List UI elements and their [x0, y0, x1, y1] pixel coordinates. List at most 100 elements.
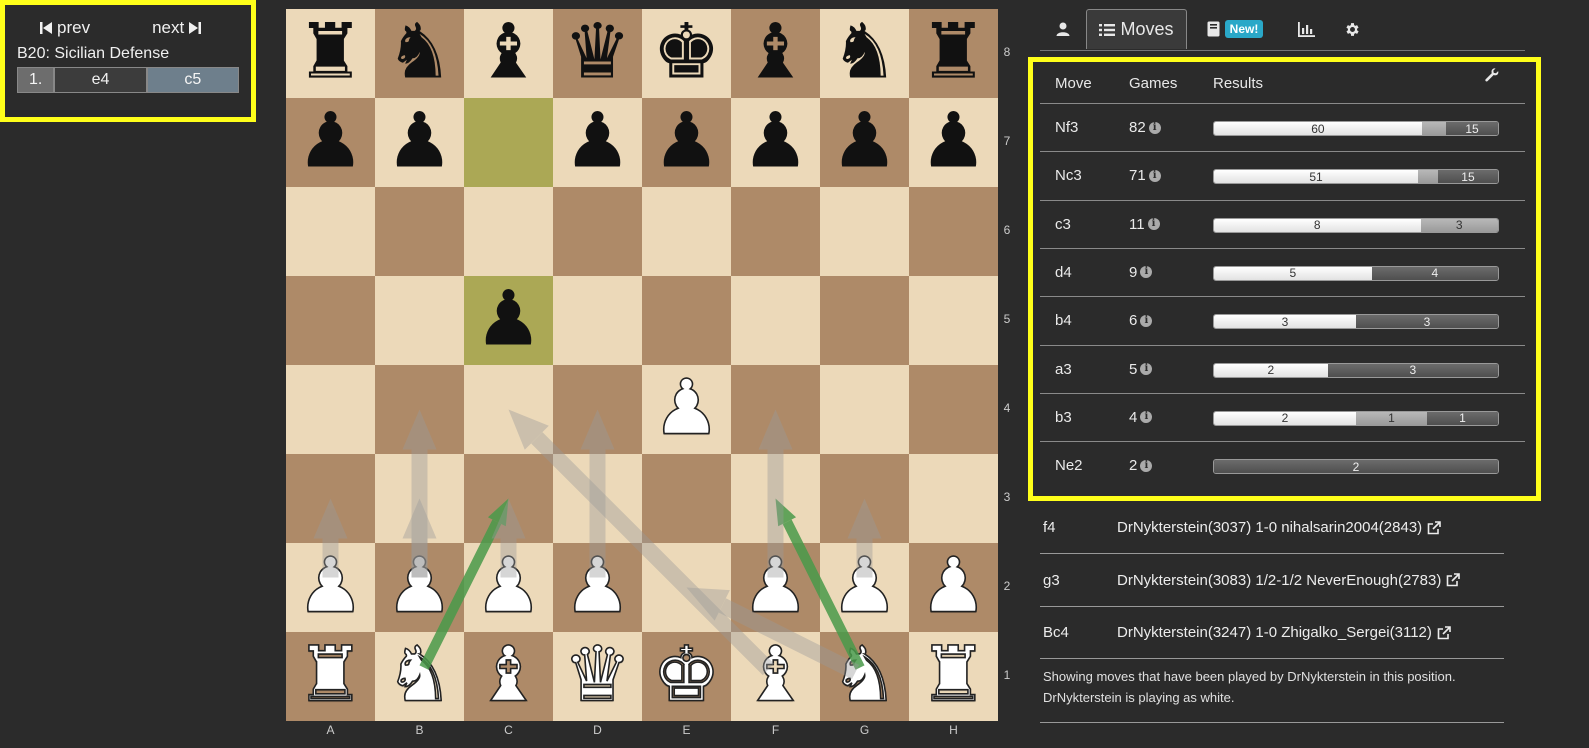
- external-link-icon[interactable]: [1427, 520, 1441, 535]
- square-h6[interactable]: [909, 187, 998, 276]
- move-san[interactable]: c3: [1055, 216, 1071, 233]
- square-g4[interactable]: [820, 365, 909, 454]
- prev-button[interactable]: prev: [35, 18, 90, 38]
- white-pawn[interactable]: ♟: [385, 546, 455, 624]
- square-a7[interactable]: ♟: [286, 98, 375, 187]
- square-h4[interactable]: [909, 365, 998, 454]
- square-f7[interactable]: ♟: [731, 98, 820, 187]
- info-icon[interactable]: i: [1140, 314, 1153, 327]
- white-king[interactable]: ♚: [652, 635, 722, 713]
- move-san[interactable]: f4: [1043, 519, 1056, 536]
- black-queen[interactable]: ♛: [563, 13, 631, 89]
- square-h8[interactable]: ♜: [909, 9, 998, 98]
- square-g3[interactable]: [820, 454, 909, 543]
- square-g1[interactable]: ♞: [820, 632, 909, 721]
- game-link[interactable]: DrNykterstein(3037) 1-0 nihalsarin2004(2…: [1117, 519, 1441, 536]
- square-d3[interactable]: [553, 454, 642, 543]
- move-row-Nc3[interactable]: Nc3 71 i 51 15: [1040, 151, 1525, 200]
- move-row-b4[interactable]: b4 6 i 3 3: [1040, 296, 1525, 345]
- square-e6[interactable]: [642, 187, 731, 276]
- move-san[interactable]: Nc3: [1055, 167, 1082, 184]
- black-pawn[interactable]: ♟: [296, 102, 364, 178]
- black-rook[interactable]: ♜: [919, 13, 987, 89]
- square-h1[interactable]: ♜: [909, 632, 998, 721]
- external-link-icon[interactable]: [1437, 625, 1451, 640]
- move-san[interactable]: d4: [1055, 264, 1072, 281]
- black-knight[interactable]: ♞: [385, 13, 453, 89]
- white-bishop[interactable]: ♝: [474, 635, 544, 713]
- move-san[interactable]: b3: [1055, 409, 1072, 426]
- move-san[interactable]: Nf3: [1055, 119, 1078, 136]
- square-c6[interactable]: [464, 187, 553, 276]
- white-pawn[interactable]: ♟: [919, 546, 989, 624]
- white-rook[interactable]: ♜: [919, 635, 989, 713]
- game-row-Bc4[interactable]: Bc4 DrNykterstein(3247) 1-0 Zhigalko_Serg…: [1040, 607, 1504, 659]
- square-b2[interactable]: ♟: [375, 543, 464, 632]
- move-row-d4[interactable]: d4 9 i 5 4: [1040, 247, 1525, 297]
- square-d6[interactable]: [553, 187, 642, 276]
- white-bishop[interactable]: ♝: [741, 635, 811, 713]
- move-row-b3[interactable]: b3 4 i 2 1 1: [1040, 392, 1525, 442]
- square-c8[interactable]: ♝: [464, 9, 553, 98]
- info-icon[interactable]: i: [1140, 411, 1153, 424]
- square-b3[interactable]: [375, 454, 464, 543]
- square-f3[interactable]: [731, 454, 820, 543]
- square-c7[interactable]: [464, 98, 553, 187]
- square-f4[interactable]: [731, 365, 820, 454]
- square-h7[interactable]: ♟: [909, 98, 998, 187]
- square-a8[interactable]: ♜: [286, 9, 375, 98]
- square-e1[interactable]: ♚: [642, 632, 731, 721]
- square-e2[interactable]: [642, 543, 731, 632]
- move-san[interactable]: b4: [1055, 312, 1072, 329]
- game-link[interactable]: DrNykterstein(3247) 1-0 Zhigalko_Sergei(…: [1117, 624, 1451, 641]
- square-b6[interactable]: [375, 187, 464, 276]
- info-icon[interactable]: i: [1148, 169, 1161, 182]
- square-f1[interactable]: ♝: [731, 632, 820, 721]
- wrench-icon[interactable]: [1485, 68, 1499, 86]
- next-button[interactable]: next: [152, 18, 206, 38]
- square-c5[interactable]: ♟: [464, 276, 553, 365]
- square-c4[interactable]: [464, 365, 553, 454]
- white-knight[interactable]: ♞: [830, 635, 900, 713]
- black-pawn[interactable]: ♟: [830, 102, 898, 178]
- tab-book[interactable]: New!: [1187, 9, 1283, 49]
- white-pawn[interactable]: ♟: [474, 546, 544, 624]
- move-san[interactable]: g3: [1043, 572, 1060, 589]
- black-pawn[interactable]: ♟: [474, 280, 542, 356]
- tab-profile[interactable]: [1040, 9, 1086, 49]
- move-san[interactable]: a3: [1055, 361, 1072, 378]
- move-san[interactable]: Ne2: [1055, 457, 1083, 474]
- square-f8[interactable]: ♝: [731, 9, 820, 98]
- square-c3[interactable]: [464, 454, 553, 543]
- chess-board[interactable]: ♜ ♞ ♝ ♛ ♚ ♝ ♞ ♜ ♟ ♟ ♟ ♟ ♟ ♟ ♟ ♟ ♟ ♟ ♟ ♟ ♟ ♟ ♟ ♟ ♜ ♞ ♝ ♛ ♚ ♝ ♞ ♜ 8765432…: [286, 9, 1010, 737]
- black-bishop[interactable]: ♝: [474, 13, 542, 89]
- tab-stats[interactable]: [1283, 9, 1329, 49]
- move-san[interactable]: Bc4: [1043, 624, 1069, 641]
- black-pawn[interactable]: ♟: [919, 102, 987, 178]
- square-a6[interactable]: [286, 187, 375, 276]
- move-row-Ne2[interactable]: Ne2 2 i 2: [1040, 441, 1525, 490]
- square-h2[interactable]: ♟: [909, 543, 998, 632]
- black-pawn[interactable]: ♟: [385, 102, 453, 178]
- square-b5[interactable]: [375, 276, 464, 365]
- square-e7[interactable]: ♟: [642, 98, 731, 187]
- square-e4[interactable]: ♟: [642, 365, 731, 454]
- square-f5[interactable]: [731, 276, 820, 365]
- move-row-Nf3[interactable]: Nf3 82 i 60 15: [1040, 103, 1525, 152]
- white-pawn[interactable]: ♟: [741, 546, 811, 624]
- black-pawn[interactable]: ♟: [563, 102, 631, 178]
- black-king[interactable]: ♚: [652, 13, 720, 89]
- square-f6[interactable]: [731, 187, 820, 276]
- info-icon[interactable]: i: [1140, 363, 1153, 375]
- info-icon[interactable]: i: [1148, 121, 1161, 134]
- game-link[interactable]: DrNykterstein(3083) 1/2-1/2 NeverEnough(…: [1117, 572, 1461, 589]
- square-f2[interactable]: ♟: [731, 543, 820, 632]
- white-knight[interactable]: ♞: [385, 635, 455, 713]
- square-a5[interactable]: [286, 276, 375, 365]
- move-row-a3[interactable]: a3 5 i 2 3: [1040, 344, 1525, 394]
- move-row-c3[interactable]: c3 11 i 8 3: [1040, 199, 1525, 249]
- white-rook[interactable]: ♜: [296, 635, 366, 713]
- square-a2[interactable]: ♟: [286, 543, 375, 632]
- square-d2[interactable]: ♟: [553, 543, 642, 632]
- square-a1[interactable]: ♜: [286, 632, 375, 721]
